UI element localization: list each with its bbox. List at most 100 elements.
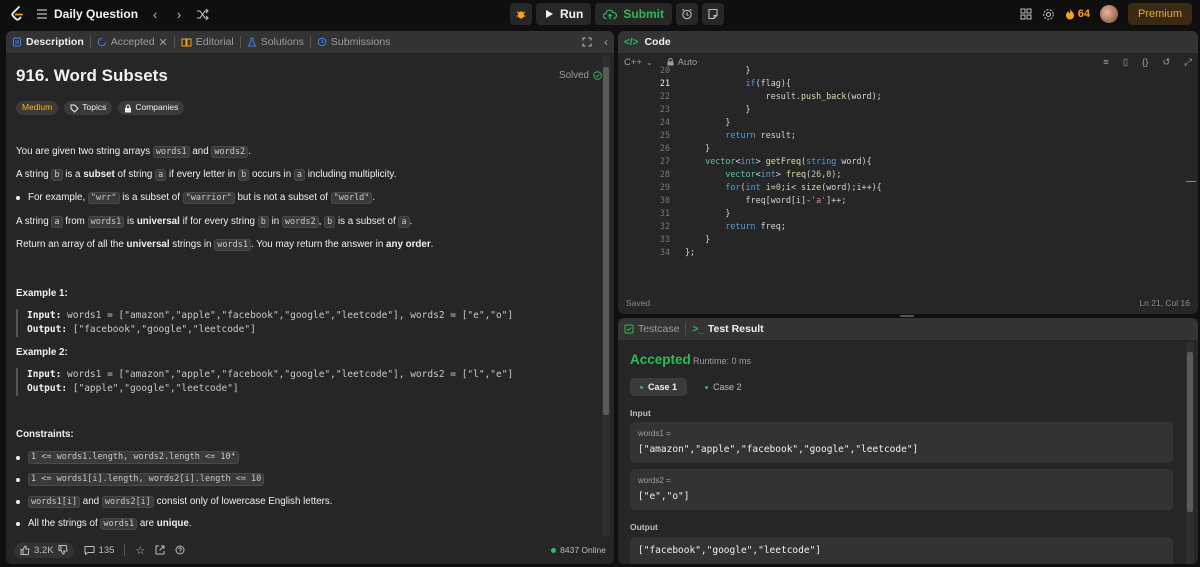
words1-value: ["amazon","apple","facebook","google","l…	[638, 444, 919, 455]
inline-code: "world"	[330, 192, 373, 204]
premium-button[interactable]: Premium	[1127, 3, 1192, 25]
line-number: 26	[659, 143, 670, 153]
code-panel-title: Code	[644, 36, 671, 48]
text: including multiplicity.	[305, 169, 397, 180]
solved-label: Solved	[559, 70, 589, 81]
line-number: 32	[659, 221, 670, 231]
cursor-position: Ln 21, Col 16	[1139, 298, 1190, 308]
line-number: 31	[659, 208, 670, 218]
text: .	[409, 216, 413, 227]
text: Return an array of all the	[16, 239, 127, 250]
collapse-panel-icon[interactable]: ‹	[604, 35, 608, 49]
inline-code: words2[i]	[101, 496, 154, 508]
thumbs-down-icon[interactable]	[58, 545, 68, 555]
code-line: return freq;	[725, 221, 786, 231]
close-tab-icon[interactable]: ✕	[159, 36, 168, 49]
braces-icon[interactable]: {}	[1142, 57, 1148, 68]
scrollbar-thumb[interactable]	[1187, 352, 1193, 512]
text: is a	[62, 169, 84, 180]
leetcode-logo-icon[interactable]	[8, 5, 26, 23]
comments-button[interactable]: 135	[84, 544, 115, 556]
debug-button[interactable]	[510, 3, 532, 25]
inline-code: words1[i]	[28, 496, 81, 508]
code-line: }	[685, 65, 751, 75]
case-tabs: Case 1 Case 2	[630, 378, 752, 396]
input-heading: Input	[630, 408, 651, 418]
text: and	[189, 146, 212, 157]
share-icon[interactable]	[155, 545, 165, 555]
checkbox-icon	[624, 324, 634, 334]
constraint-item: words1[i] and words2[i] consist only of …	[16, 495, 333, 508]
reset-icon[interactable]: ↺	[1162, 57, 1170, 68]
text: but is not a subset of	[234, 192, 331, 203]
tab-editorial[interactable]: Editorial	[181, 36, 234, 48]
book-icon	[181, 37, 192, 47]
settings-gear-icon[interactable]	[1042, 8, 1055, 21]
play-icon	[544, 9, 554, 19]
bookmark-icon[interactable]: ▯	[1123, 57, 1128, 68]
tag-icon	[70, 104, 79, 113]
tab-accepted[interactable]: Accepted ✕	[97, 36, 168, 49]
text: are	[137, 518, 157, 529]
bullet-dot	[16, 195, 20, 200]
comment-count: 135	[98, 544, 115, 556]
streak-counter[interactable]: 64	[1065, 8, 1090, 20]
prev-problem-icon[interactable]: ‹	[148, 7, 162, 22]
next-problem-icon[interactable]: ›	[172, 7, 186, 22]
list-icon	[36, 8, 48, 20]
bold-text: any order	[386, 239, 431, 250]
tab-testcase-label: Testcase	[638, 323, 680, 335]
output-label: Output:	[27, 382, 68, 394]
expand-icon[interactable]	[582, 37, 592, 47]
tab-submissions[interactable]: Submissions	[317, 36, 390, 48]
example-bullet: For example, "wrr" is a subset of "warri…	[16, 191, 375, 204]
code-line: }	[685, 117, 731, 127]
case-2-tab[interactable]: Case 2	[695, 378, 752, 396]
check-circle-icon	[593, 71, 602, 80]
case-1-tab[interactable]: Case 1	[630, 378, 688, 396]
tab-testcase[interactable]: Testcase	[624, 323, 679, 335]
inline-code: "wrr"	[87, 192, 120, 204]
line-number: 21	[659, 78, 670, 88]
problem-tags: Medium Topics Companies	[16, 101, 185, 115]
help-circle-icon[interactable]	[175, 545, 185, 555]
description-scrollbar[interactable]	[602, 55, 610, 564]
user-avatar[interactable]	[1099, 5, 1118, 23]
bold-text: universal	[126, 239, 170, 250]
streak-count: 64	[1077, 8, 1090, 20]
star-icon[interactable]: ☆	[135, 544, 145, 557]
tab-test-result-label: Test Result	[707, 323, 764, 335]
panel-resize-handle[interactable]	[900, 315, 914, 317]
tab-solutions-label: Solutions	[260, 36, 304, 48]
notes-button[interactable]	[702, 3, 724, 25]
fullscreen-icon[interactable]: ⤢	[1184, 57, 1192, 68]
line-number: 22	[659, 91, 670, 101]
tab-solutions[interactable]: Solutions	[247, 36, 304, 48]
output-value: ["facebook","google","leetcode"]	[638, 545, 822, 556]
words2-label: words2 =	[638, 476, 671, 485]
tab-test-result[interactable]: >_ Test Result	[692, 323, 763, 335]
problem-list-button[interactable]: Daily Question	[36, 7, 138, 21]
code-line: }	[685, 104, 751, 114]
code-line: for(int i=0;i< size(word);i++){	[725, 182, 882, 192]
text: . You may return the answer in	[250, 239, 387, 250]
companies-tag[interactable]: Companies	[118, 101, 185, 115]
flame-icon	[1065, 8, 1075, 20]
scrollbar-thumb[interactable]	[603, 67, 609, 415]
topics-tag[interactable]: Topics	[64, 101, 113, 115]
text: and	[80, 496, 102, 507]
thumbs-up-icon	[20, 545, 30, 555]
like-button[interactable]: 3.2K	[14, 542, 74, 558]
run-button[interactable]: Run	[536, 3, 592, 25]
timer-button[interactable]	[676, 3, 698, 25]
layout-grid-icon[interactable]	[1020, 8, 1032, 20]
pass-dot	[705, 385, 709, 389]
text: if for every string	[179, 216, 258, 227]
shuffle-icon[interactable]	[196, 8, 209, 21]
tab-description[interactable]: Description	[12, 36, 84, 48]
daily-question-title: Daily Question	[54, 7, 139, 21]
submit-button[interactable]: Submit	[595, 3, 672, 25]
test-result-scrollbar[interactable]	[1186, 342, 1194, 564]
companies-label: Companies	[135, 102, 179, 113]
format-icon[interactable]: ≡	[1103, 57, 1109, 68]
